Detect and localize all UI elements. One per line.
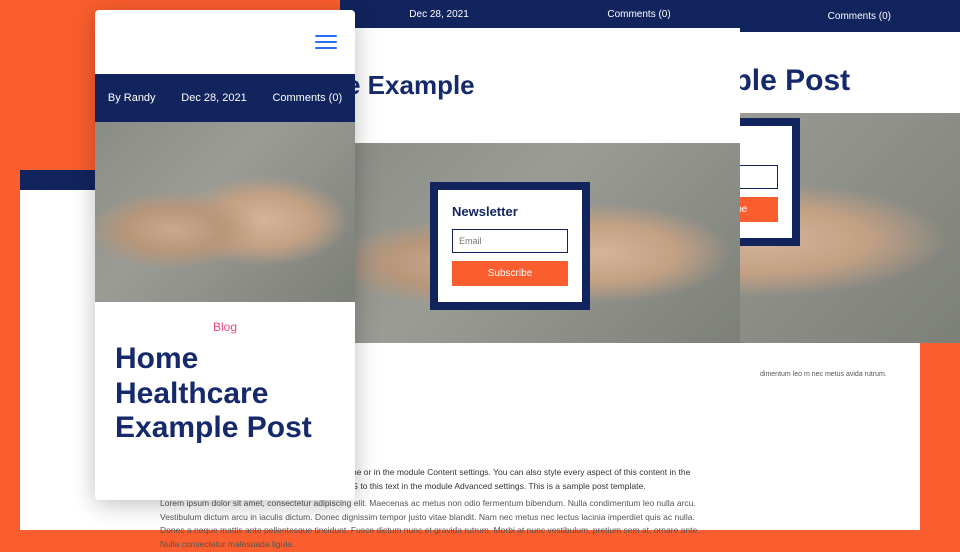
mobile-preview: By Randy Dec 28, 2021 Comments (0) Blog … (95, 10, 355, 500)
post-meta-bar: By Randy Dec 28, 2021 Comments (0) (95, 74, 355, 122)
newsletter-subscribe-button[interactable]: Subscribe (452, 261, 568, 286)
post-title: Home Healthcare Example Post (95, 342, 355, 470)
post-date: Dec 28, 2021 (173, 92, 254, 104)
mobile-header (95, 10, 355, 74)
newsletter-email-input[interactable] (452, 229, 568, 253)
featured-image (95, 122, 355, 302)
post-title-partial: e Example (340, 28, 740, 143)
newsletter-widget: Newsletter Subscribe (430, 182, 590, 310)
post-comments[interactable]: Comments (0) (820, 11, 899, 22)
post-comments[interactable]: Comments (0) (264, 92, 350, 104)
newsletter-heading: Newsletter (452, 204, 568, 219)
body-snippet: dimentum leo m nec metus avida rutrum. (760, 370, 910, 381)
post-date: Dec 28, 2021 (401, 9, 477, 20)
post-paragraph: Lorem ipsum dolor sit amet, consectetur … (160, 497, 700, 551)
post-comments[interactable]: Comments (0) (599, 9, 678, 20)
post-author: By Randy (100, 92, 164, 104)
desktop-preview-mid: Dec 28, 2021 Comments (0) e Example News… (340, 0, 740, 343)
hamburger-icon[interactable] (315, 35, 337, 49)
post-category[interactable]: Blog (95, 320, 355, 334)
post-meta-bar: Dec 28, 2021 Comments (0) (340, 0, 740, 28)
